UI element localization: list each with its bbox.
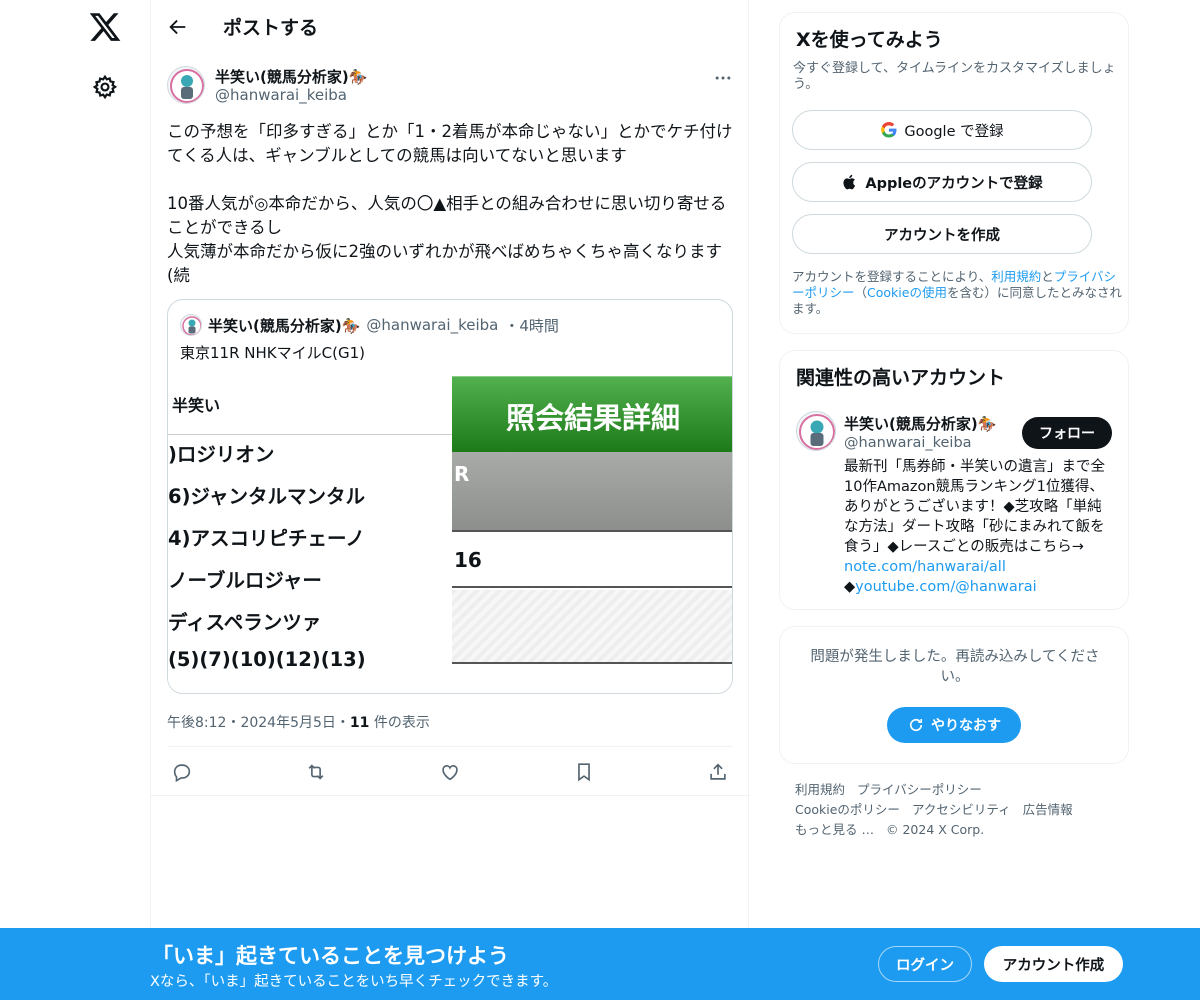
signup-card: Xを使ってみよう 今すぐ登録して、タイムラインをカスタマイズしましょう。 Goo…	[779, 12, 1129, 334]
avatar[interactable]	[167, 66, 205, 104]
views-count: 11	[349, 715, 370, 731]
quote-time: ・4時間	[504, 316, 559, 335]
author-name[interactable]: 半笑い(競馬分析家)🏇	[215, 66, 367, 87]
bio-link-note[interactable]: note.com/hanwarai/all	[844, 559, 1006, 575]
related-accounts-card: 関連性の高いアカウント 半笑い(競馬分析家)🏇 @hanwarai_keiba …	[779, 350, 1129, 610]
footer-link-cookie[interactable]: Cookieのポリシー	[795, 802, 900, 817]
quote-author-handle: @hanwarai_keiba	[366, 316, 499, 334]
quote-media-image[interactable]: 半笑い )ロジリオン 6)ジャンタルマンタル 4)アスコリピチェーノ ノーブルロ…	[168, 376, 732, 693]
divider	[151, 795, 750, 796]
quoted-tweet[interactable]: 半笑い(競馬分析家)🏇 @hanwarai_keiba ・4時間 東京11R N…	[167, 299, 733, 694]
google-signup-button[interactable]: Google で登録	[792, 110, 1092, 150]
signup-button[interactable]: アカウント作成	[984, 946, 1123, 982]
terms-text: アカウントを登録することにより、利用規約とプライバシーポリシー（Cookieの使…	[792, 269, 1122, 317]
follow-button[interactable]: フォロー	[1022, 417, 1112, 449]
banner-subtitle: Xなら、「いま」起きていることをいち早くチェックできます。	[150, 974, 558, 990]
like-icon[interactable]	[439, 761, 461, 783]
media-row: 6)ジャンタルマンタル	[168, 485, 366, 508]
tweet-actions	[167, 748, 733, 796]
tweet-timestamp: 午後8:12・2024年5月5日・11 件の表示	[167, 712, 430, 732]
apple-signup-label: Appleのアカウントで登録	[865, 175, 1043, 192]
media-panel-gray-text: R	[454, 462, 470, 486]
login-button[interactable]: ログイン	[878, 946, 972, 982]
quote-author-name: 半笑い(競馬分析家)🏇	[208, 316, 361, 335]
footer-link-more[interactable]: もっと見る …	[795, 822, 874, 837]
create-account-label: アカウントを作成	[884, 227, 1000, 244]
banner-title: 「いま」起きていることを見つけよう	[152, 944, 509, 968]
related-account-name[interactable]: 半笑い(競馬分析家)🏇	[844, 413, 996, 434]
media-row: ノーブルロジャー	[168, 569, 322, 592]
bottom-banner: 「いま」起きていることを見つけよう Xなら、「いま」起きていることをいち早くチェ…	[0, 928, 1200, 1000]
google-signup-label: Google で登録	[904, 123, 1004, 140]
bio-text-2: ◆	[844, 579, 856, 595]
footer-link-ads[interactable]: 広告情報	[1023, 802, 1073, 817]
left-nav	[0, 0, 150, 1000]
main-column: ポストする 半笑い(競馬分析家)🏇 @hanwarai_keiba この予想を「…	[150, 0, 750, 1000]
gear-icon[interactable]	[92, 74, 118, 100]
terms-paren: （	[854, 285, 868, 300]
tweet-author: 半笑い(競馬分析家)🏇 @hanwarai_keiba	[167, 64, 733, 108]
refresh-icon	[909, 718, 923, 732]
views-label: 件の表示	[369, 715, 430, 731]
related-title: 関連性の高いアカウント	[796, 367, 1006, 389]
create-account-button[interactable]: アカウントを作成	[792, 214, 1092, 254]
more-options-icon[interactable]	[713, 68, 733, 88]
error-card: 問題が発生しました。再読み込みしてください。 やりなおす	[779, 626, 1129, 764]
avatar	[180, 314, 202, 336]
top-bar: ポストする	[151, 0, 748, 53]
avatar[interactable]	[796, 411, 836, 451]
divider	[167, 746, 733, 747]
x-logo-icon[interactable]	[88, 10, 122, 44]
footer-link-accessibility[interactable]: アクセシビリティ	[912, 802, 1011, 817]
terms-prefix: アカウントを登録することにより、	[792, 269, 992, 284]
related-account-bio: 最新刊「馬券師・半笑いの遺言」まで全10作Amazon競馬ランキング1位獲得、あ…	[844, 457, 1108, 597]
media-row: )ロジリオン	[168, 443, 275, 466]
retry-button[interactable]: やりなおす	[887, 707, 1021, 743]
media-panel-stripe	[452, 590, 732, 664]
apple-signup-button[interactable]: Appleのアカウントで登録	[792, 162, 1092, 202]
bio-text: 最新刊「馬券師・半笑いの遺言」まで全10作Amazon競馬ランキング1位獲得、あ…	[844, 459, 1105, 555]
reply-icon[interactable]	[171, 761, 193, 783]
media-panel-white: 16	[452, 534, 732, 588]
terms-and: と	[1041, 269, 1054, 284]
terms-link[interactable]: 利用規約	[991, 269, 1041, 284]
google-icon	[881, 121, 897, 138]
footer-links: 利用規約 プライバシーポリシー Cookieのポリシー アクセシビリティ 広告情報 も…	[795, 780, 1125, 840]
timestamp-text[interactable]: 午後8:12・2024年5月5日・	[167, 715, 350, 731]
media-header-label: 半笑い	[172, 396, 221, 415]
cookie-link[interactable]: Cookieの使用	[867, 285, 947, 300]
tweet-text: この予想を「印多すぎる」とか「1・2着馬が本命じゃない」とかでケチ付けてくる人は…	[167, 122, 733, 285]
retry-label: やりなおす	[931, 718, 1001, 734]
bookmark-icon[interactable]	[573, 761, 595, 783]
share-icon[interactable]	[707, 761, 729, 783]
media-panel-title: 照会結果詳細	[505, 401, 680, 435]
bio-link-youtube[interactable]: youtube.com/@hanwarai	[855, 579, 1037, 595]
footer-link-terms[interactable]: 利用規約	[795, 782, 845, 797]
footer-link-privacy[interactable]: プライバシーポリシー	[857, 782, 982, 797]
related-account-handle[interactable]: @hanwarai_keiba	[844, 435, 972, 451]
repost-icon[interactable]	[305, 761, 327, 783]
media-divider	[168, 434, 452, 435]
media-panel-white-text: 16	[454, 548, 482, 572]
back-arrow-icon[interactable]	[167, 16, 189, 38]
signup-subtitle: 今すぐ登録して、タイムラインをカスタマイズしましょう。	[793, 61, 1116, 92]
media-row: 4)アスコリピチェーノ	[168, 527, 365, 550]
page-title: ポストする	[223, 17, 319, 39]
signup-title: Xを使ってみよう	[796, 29, 943, 51]
apple-icon	[843, 174, 856, 190]
media-row: (5)(7)(10)(12)(13)	[168, 648, 366, 671]
error-message: 問題が発生しました。再読み込みしてください。	[810, 649, 1100, 685]
quote-header: 半笑い(競馬分析家)🏇 @hanwarai_keiba ・4時間	[180, 314, 559, 336]
footer-copyright: © 2024 X Corp.	[885, 822, 985, 837]
media-panel-gray: R	[452, 452, 732, 532]
quote-text: 東京11R NHKマイルC(G1)	[180, 344, 365, 362]
media-panel-header: 照会結果詳細	[452, 376, 732, 452]
author-handle[interactable]: @hanwarai_keiba	[215, 86, 347, 104]
media-row: ディスペランツァ	[168, 611, 322, 634]
